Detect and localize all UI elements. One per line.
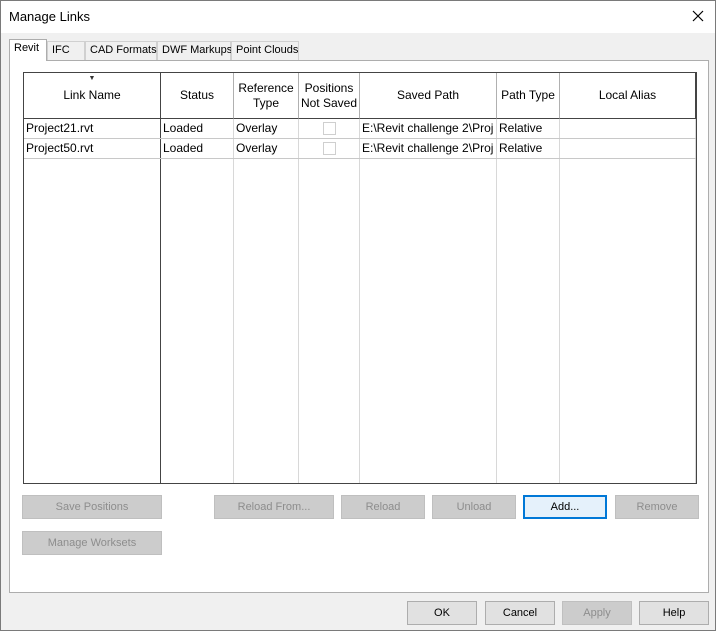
save-positions-button[interactable]: Save Positions (22, 495, 162, 519)
column-divider (160, 119, 161, 483)
cell-link-name: Project50.rvt (26, 141, 94, 155)
tab-dwf-markups[interactable]: DWF Markups (157, 41, 232, 60)
close-icon (692, 10, 704, 22)
cell-status: Loaded (163, 141, 204, 155)
manage-links-dialog: Manage Links Revit IFC CAD Formats DWF M… (0, 0, 716, 631)
positions-not-saved-checkbox[interactable] (323, 122, 336, 135)
tab-strip: Revit IFC CAD Formats DWF Markups Point … (9, 39, 709, 61)
ok-button[interactable]: OK (407, 601, 477, 625)
row-divider (24, 158, 696, 159)
column-label: Status (179, 88, 215, 102)
column-header-link-name[interactable]: ▼ Link Name (24, 73, 161, 119)
column-header-status[interactable]: Status (161, 73, 234, 119)
sort-descending-icon: ▼ (88, 75, 96, 82)
tab-revit[interactable]: Revit (9, 39, 47, 61)
cell-saved-path: E:\Revit challenge 2\Proj (362, 141, 494, 155)
column-label: Reference Type (238, 80, 294, 110)
column-divider (233, 119, 234, 483)
column-header-reference-type[interactable]: Reference Type (234, 73, 299, 119)
tab-point-clouds[interactable]: Point Clouds (231, 41, 299, 60)
links-table: ▼ Link Name Status Reference Type Positi… (23, 72, 697, 484)
remove-button[interactable]: Remove (615, 495, 699, 519)
cell-link-name: Project21.rvt (26, 121, 94, 135)
add-button[interactable]: Add... (523, 495, 607, 519)
table-row[interactable]: Project21.rvt Loaded Overlay E:\Revit ch… (24, 119, 696, 138)
column-label: Local Alias (598, 88, 657, 102)
positions-not-saved-checkbox[interactable] (323, 142, 336, 155)
column-header-path-type[interactable]: Path Type (497, 73, 560, 119)
reload-from-button[interactable]: Reload From... (214, 495, 334, 519)
close-button[interactable] (687, 5, 709, 27)
cell-local-alias (560, 139, 695, 158)
cell-reference-type[interactable]: Overlay (234, 119, 298, 138)
cell-path-type[interactable]: Relative (497, 139, 559, 158)
column-header-positions-not-saved[interactable]: Positions Not Saved (299, 73, 360, 119)
column-label: Link Name (63, 88, 121, 102)
column-divider (496, 119, 497, 483)
column-header-local-alias[interactable]: Local Alias (560, 73, 696, 119)
column-label: Saved Path (396, 88, 460, 102)
column-divider (695, 119, 696, 483)
apply-button[interactable]: Apply (562, 601, 632, 625)
tab-cad-formats[interactable]: CAD Formats (85, 41, 157, 60)
revit-tab-panel: ▼ Link Name Status Reference Type Positi… (9, 60, 709, 593)
reload-button[interactable]: Reload (341, 495, 425, 519)
column-divider (359, 119, 360, 483)
cell-reference-type[interactable]: Overlay (234, 139, 298, 158)
help-button[interactable]: Help (639, 601, 709, 625)
column-label: Positions Not Saved (300, 80, 358, 110)
cell-local-alias (560, 119, 695, 138)
table-row[interactable]: Project50.rvt Loaded Overlay E:\Revit ch… (24, 139, 696, 158)
cell-path-type[interactable]: Relative (497, 119, 559, 138)
tab-ifc[interactable]: IFC (47, 41, 85, 60)
column-header-saved-path[interactable]: Saved Path (360, 73, 497, 119)
column-label: Path Type (501, 88, 555, 102)
cancel-button[interactable]: Cancel (485, 601, 555, 625)
cell-saved-path: E:\Revit challenge 2\Proj (362, 121, 494, 135)
dialog-title: Manage Links (9, 9, 90, 24)
title-bar[interactable]: Manage Links (1, 1, 715, 33)
column-divider (559, 119, 560, 483)
manage-worksets-button[interactable]: Manage Worksets (22, 531, 162, 555)
unload-button[interactable]: Unload (432, 495, 516, 519)
cell-status: Loaded (163, 121, 204, 135)
column-divider (298, 119, 299, 483)
